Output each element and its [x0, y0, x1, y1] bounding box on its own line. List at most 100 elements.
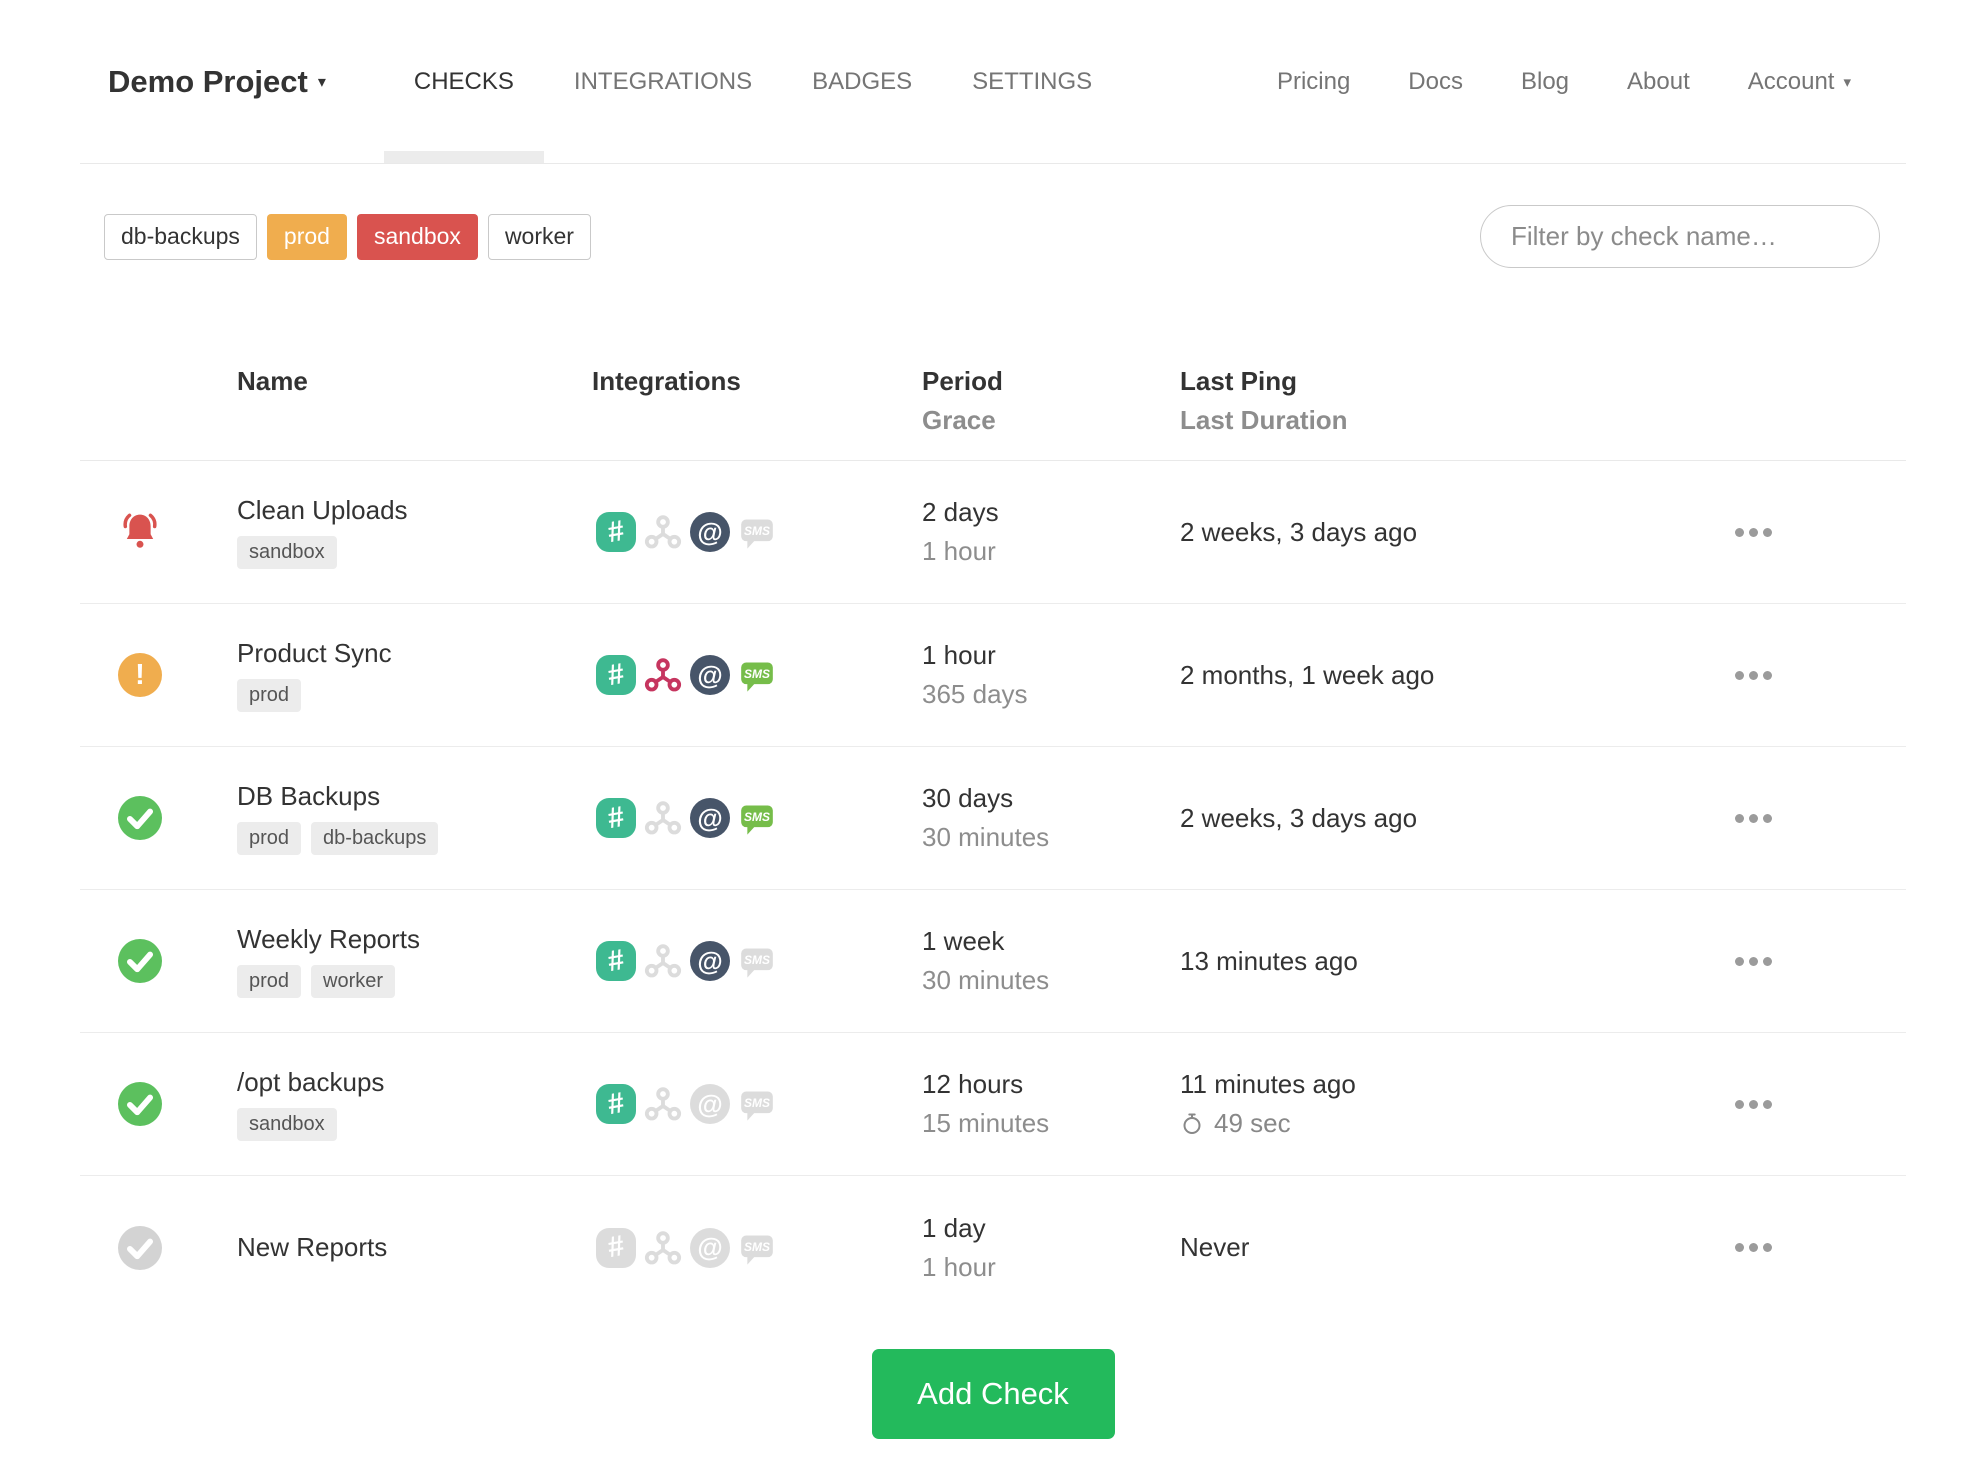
project-name: Demo Project — [108, 63, 308, 99]
svg-text:SMS: SMS — [744, 524, 770, 538]
nav-link-docs[interactable]: Docs — [1379, 68, 1492, 96]
status-cell: ! — [80, 1082, 237, 1126]
row-menu-button[interactable] — [1735, 808, 1772, 829]
slack-icon[interactable]: # — [596, 1084, 636, 1124]
navbar: Demo Project ▾ CHECKS INTEGRATIONS BADGE… — [80, 0, 1906, 164]
row-menu-button[interactable] — [1735, 522, 1772, 543]
check-name[interactable]: /opt backups — [237, 1067, 592, 1098]
last-ping-cell: Never — [1180, 1232, 1735, 1263]
check-name[interactable]: Weekly Reports — [237, 924, 592, 955]
table-row: ! /opt backups sandbox # @ SMS 12 — [80, 1033, 1906, 1176]
integrations-cell: # @ SMS — [592, 941, 922, 981]
tab-badges[interactable]: BADGES — [782, 0, 942, 163]
period-value: 12 hours — [922, 1069, 1024, 1099]
account-menu[interactable]: Account ▾ — [1719, 68, 1880, 96]
period-value: 1 week — [922, 926, 1005, 956]
email-icon[interactable]: @ — [690, 655, 730, 695]
check-name-filter-input[interactable] — [1480, 205, 1880, 268]
email-icon[interactable]: @ — [690, 798, 730, 838]
email-icon[interactable]: @ — [690, 941, 730, 981]
table-row: ! Product Sync prod # @ SMS 1 hour 365 d… — [80, 604, 1906, 747]
check-tags: sandbox — [237, 1108, 592, 1141]
nav-link-pricing[interactable]: Pricing — [1248, 68, 1379, 96]
email-icon[interactable]: @ — [690, 1084, 730, 1124]
sms-icon[interactable]: SMS — [737, 798, 777, 838]
header-name: Name — [237, 366, 308, 396]
filter-tag-sandbox[interactable]: sandbox — [356, 213, 478, 260]
last-duration: 49 sec — [1180, 1108, 1735, 1139]
tag-filters: db-backups prod sandbox worker — [104, 213, 591, 260]
row-menu-button[interactable] — [1735, 665, 1772, 686]
check-name[interactable]: New Reports — [237, 1232, 592, 1263]
sms-icon[interactable]: SMS — [737, 512, 777, 552]
filter-tag-worker[interactable]: worker — [487, 213, 591, 260]
sms-icon[interactable]: SMS — [737, 655, 777, 695]
slack-icon[interactable]: # — [596, 941, 636, 981]
filter-tag-db-backups[interactable]: db-backups — [104, 213, 257, 260]
filter-tag-prod[interactable]: prod — [266, 213, 347, 260]
svg-text:SMS: SMS — [744, 667, 770, 681]
last-ping-cell: 13 minutes ago — [1180, 946, 1735, 977]
webhook-icon[interactable] — [643, 655, 683, 695]
nav-link-blog[interactable]: Blog — [1492, 68, 1598, 96]
row-menu-button[interactable] — [1735, 1237, 1772, 1258]
check-tags: prod worker — [237, 965, 592, 998]
integrations-cell: # @ SMS — [592, 655, 922, 695]
webhook-icon[interactable] — [643, 1228, 683, 1268]
row-menu-button[interactable] — [1735, 1094, 1772, 1115]
check-name[interactable]: DB Backups — [237, 781, 592, 812]
name-cell: /opt backups sandbox — [237, 1067, 592, 1141]
last-ping-cell: 11 minutes ago 49 sec — [1180, 1069, 1735, 1139]
menu-cell — [1735, 665, 1906, 686]
alert-bell-icon — [118, 510, 162, 554]
slack-icon[interactable]: # — [596, 1227, 636, 1268]
name-cell: New Reports — [237, 1232, 592, 1263]
slack-icon[interactable]: # — [596, 655, 636, 695]
sms-icon[interactable]: SMS — [737, 1084, 777, 1124]
status-up-check-icon — [118, 1082, 162, 1126]
header-last-ping: Last Ping — [1180, 366, 1298, 396]
integrations-cell: # @ SMS — [592, 798, 922, 838]
tab-settings[interactable]: SETTINGS — [942, 0, 1122, 163]
email-icon[interactable]: @ — [690, 1227, 730, 1268]
slack-icon[interactable]: # — [596, 798, 636, 838]
grace-value: 365 days — [922, 679, 1028, 709]
slack-icon[interactable]: # — [596, 512, 636, 552]
header-grace: Grace — [922, 405, 996, 435]
email-icon[interactable]: @ — [690, 512, 730, 552]
add-check-button[interactable]: Add Check — [871, 1349, 1115, 1439]
menu-cell — [1735, 808, 1906, 829]
grace-value: 1 hour — [922, 536, 996, 566]
last-ping-cell: 2 weeks, 3 days ago — [1180, 803, 1735, 834]
table-row: ! Clean Uploads sandbox # @ SMS 2 — [80, 461, 1906, 604]
tag-label: prod — [237, 822, 302, 855]
status-up-check-icon — [118, 796, 162, 840]
period-value: 2 days — [922, 497, 999, 527]
last-ping-cell: 2 months, 1 week ago — [1180, 660, 1735, 691]
table-row: ! Weekly Reports prod worker # @ SMS — [80, 890, 1906, 1033]
project-switcher[interactable]: Demo Project ▾ — [108, 0, 326, 163]
menu-cell — [1735, 1237, 1906, 1258]
webhook-icon[interactable] — [643, 941, 683, 981]
tab-integrations[interactable]: INTEGRATIONS — [544, 0, 782, 163]
webhook-icon[interactable] — [643, 798, 683, 838]
table-row: ! DB Backups prod db-backups # @ SMS — [80, 747, 1906, 890]
tag-label: sandbox — [237, 536, 337, 569]
status-cell: ! — [80, 510, 237, 554]
sms-icon[interactable]: SMS — [737, 1228, 777, 1268]
status-cell: ! — [80, 796, 237, 840]
stopwatch-icon — [1183, 1113, 1201, 1134]
row-menu-button[interactable] — [1735, 951, 1772, 972]
webhook-icon[interactable] — [643, 1084, 683, 1124]
header-last-duration: Last Duration — [1180, 405, 1348, 435]
tab-checks[interactable]: CHECKS — [383, 0, 544, 163]
tag-label: sandbox — [237, 1108, 337, 1141]
check-name[interactable]: Product Sync — [237, 638, 592, 669]
nav-link-about[interactable]: About — [1598, 68, 1719, 96]
integrations-cell: # @ SMS — [592, 512, 922, 552]
name-cell: Product Sync prod — [237, 638, 592, 712]
webhook-icon[interactable] — [643, 512, 683, 552]
svg-text:SMS: SMS — [744, 953, 770, 967]
sms-icon[interactable]: SMS — [737, 941, 777, 981]
check-name[interactable]: Clean Uploads — [237, 495, 592, 526]
